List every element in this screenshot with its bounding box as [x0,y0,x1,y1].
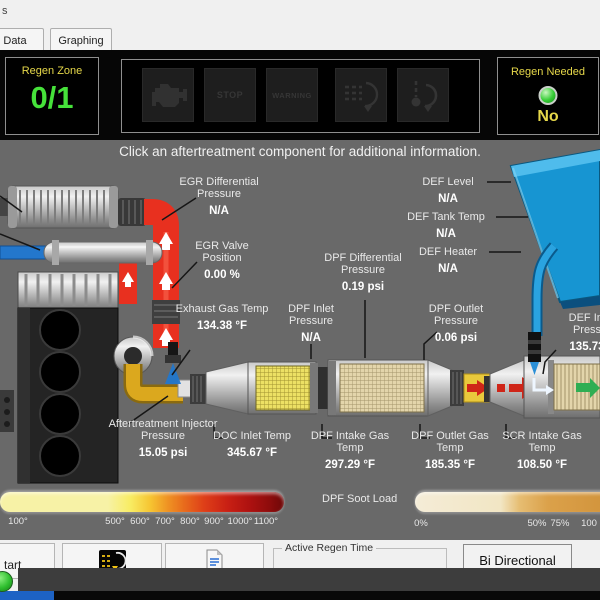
readout-label: DEF Inj Press [560,312,600,336]
doc[interactable] [248,362,318,414]
readout-value: 0.06 psi [411,332,501,344]
dpf[interactable] [328,360,428,416]
app-window: s Data Graphing Regen Zone 0/1 STOP WARN… [0,0,600,600]
soot-load-label: DPF Soot Load [322,493,397,505]
readout-value: 0.19 psi [313,281,413,293]
readout-value: 345.67 °F [212,447,292,459]
readout-label: DEF Heater [403,246,493,258]
temp-tick: 600° [130,516,150,527]
readout-label: Exhaust Gas Temp [167,303,277,315]
doc-inlet-cone[interactable] [190,362,248,414]
readout-label: DPF Outlet Pressure [411,303,501,327]
readout-value: N/A [391,228,501,240]
decomposition-tube[interactable] [464,374,492,402]
readout-doc-inlet-temp: DOC Inlet Temp 345.67 °F [212,430,292,459]
taskbar-black-segment [54,591,600,600]
readout-dpf-differential-pressure: DPF Differential Pressure 0.19 psi [313,252,413,293]
readout-egr-valve-position: EGR Valve Position 0.00 % [182,240,262,281]
soot-tick: 50% [527,518,546,529]
readout-exhaust-gas-temp: Exhaust Gas Temp 134.38 °F [167,303,277,332]
engine[interactable] [0,272,118,483]
readout-value: 134.38 °F [167,320,277,332]
readout-label: DPF Differential Pressure [313,252,413,276]
readout-label: DOC Inlet Temp [212,430,292,442]
soot-tick: 75% [550,518,569,529]
charge-pipe-coupler [118,198,146,226]
temp-tick: 700° [155,516,175,527]
taskbar-blue-segment [0,591,54,600]
readout-label: DEF Tank Temp [391,211,501,223]
readout-label: DPF Outlet Gas Temp [405,430,495,454]
soot-tick: 0% [414,518,428,529]
soot-load-bar [415,492,600,512]
temp-tick: 1100° [254,516,278,527]
temp-tick: 500° [105,516,125,527]
readout-egr-differential-pressure: EGR Differential Pressure N/A [169,176,269,217]
readout-dpf-intake-gas-temp: DPF Intake Gas Temp 297.29 °F [305,430,395,471]
doc-dpf-coupler [318,367,328,409]
readout-value: N/A [169,205,269,217]
readout-def-heater: DEF Heater N/A [403,246,493,275]
readout-aftertreatment-injector-pressure: Aftertreatment Injector Pressure 15.05 p… [108,418,218,459]
readout-value: 108.50 °F [497,459,587,471]
readout-label: SCR Intake Gas Temp [497,430,587,454]
aftertreatment-injector[interactable] [165,342,181,384]
readout-value: 297.29 °F [305,459,395,471]
soot-tick: 100 [581,518,597,529]
readout-label: DPF Inlet Pressure [271,303,351,327]
temp-tick: 900° [204,516,224,527]
temp-tick: 100° [8,516,28,527]
overlay-bar [18,568,600,592]
readout-value: 135.73 [560,341,600,353]
active-regen-time-label: Active Regen Time [282,542,376,554]
readout-value: 0.00 % [182,269,262,281]
readout-label: DEF Level [403,176,493,188]
readout-dpf-inlet-pressure: DPF Inlet Pressure N/A [271,303,351,344]
readout-value: N/A [403,193,493,205]
readout-def-tank-temp: DEF Tank Temp N/A [391,211,501,240]
def-tank[interactable] [511,150,600,309]
readout-value: N/A [271,332,351,344]
exhaust-temp-scale [0,492,284,512]
readout-label: EGR Differential Pressure [169,176,269,200]
readout-label: DPF Intake Gas Temp [305,430,395,454]
readout-value: 15.05 psi [108,447,218,459]
readout-def-injector-pressure: DEF Inj Press 135.73 [560,312,600,353]
bi-directional-label: Bi Directional [479,553,556,568]
readout-def-level: DEF Level N/A [403,176,493,205]
temp-tick: 1000° [228,516,253,527]
temp-tick: 800° [180,516,200,527]
readout-dpf-outlet-gas-temp: DPF Outlet Gas Temp 185.35 °F [405,430,495,471]
dpf-outlet-cone[interactable] [428,360,464,416]
readout-label: EGR Valve Position [182,240,262,264]
intercooler[interactable] [0,186,118,228]
readout-dpf-outlet-pressure: DPF Outlet Pressure 0.06 psi [411,303,501,344]
readout-scr-intake-gas-temp: SCR Intake Gas Temp 108.50 °F [497,430,587,471]
readout-value: 185.35 °F [405,459,495,471]
readout-value: N/A [403,263,493,275]
readout-label: Aftertreatment Injector Pressure [108,418,218,442]
